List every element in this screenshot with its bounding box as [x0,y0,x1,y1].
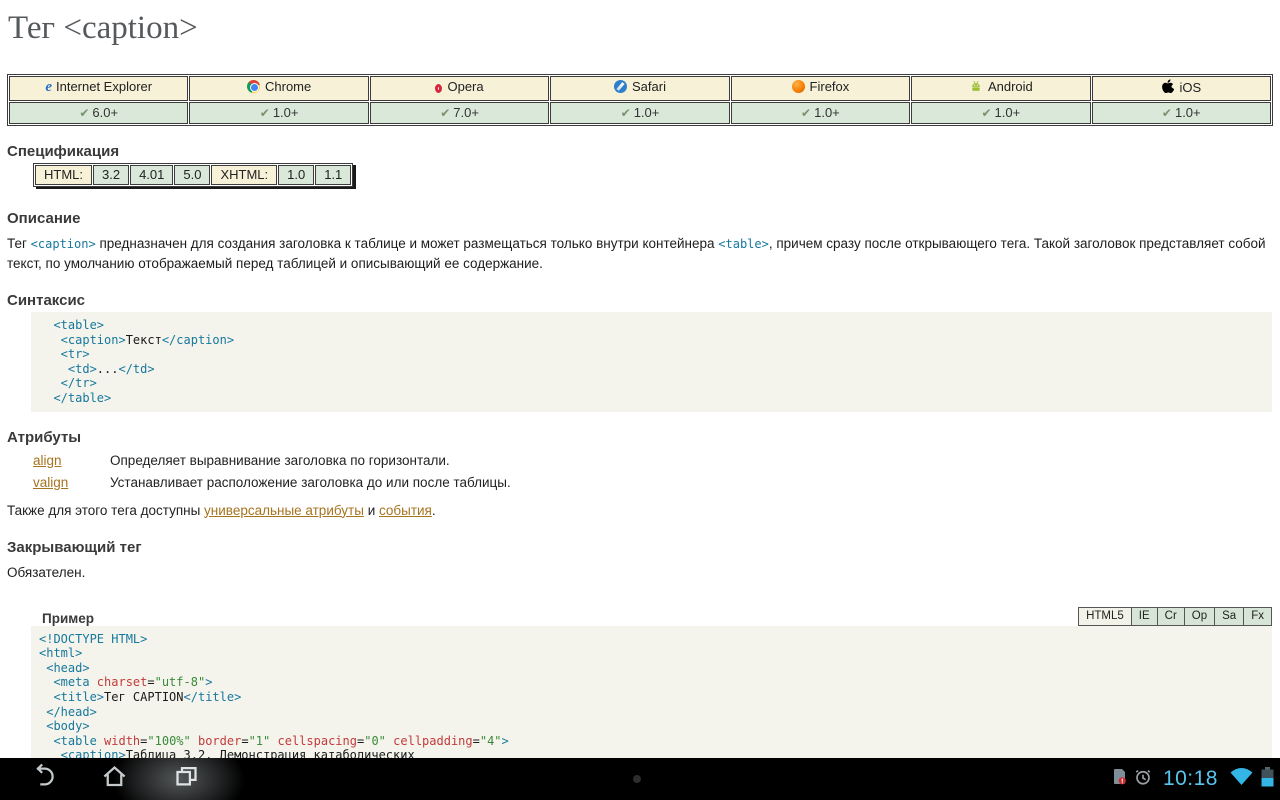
android-icon [969,79,983,96]
description-heading: Описание [0,210,1280,227]
clock: 10:18 [1163,767,1218,791]
example-tab-sa[interactable]: Sa [1215,607,1244,626]
code-line: <caption>Текст</caption> [39,333,1264,348]
attribute-row: valign Устанавливает расположение заголов… [33,475,1280,490]
inline-link[interactable]: универсальные атрибуты [204,503,364,518]
code-line: <title>Тег CAPTION</title> [39,690,1264,705]
code-line: </tr> [39,376,1264,391]
example-tab-op[interactable]: Op [1185,607,1215,626]
back-button[interactable] [28,765,56,793]
code-line: <tr> [39,347,1264,362]
recents-button[interactable] [172,765,200,793]
spec-cell: 5.0 [174,165,210,185]
example-browser-tabs: HTML5IECrOpSaFx [1078,607,1272,626]
browser-version-cell: ✔1.0+ [911,102,1090,124]
check-icon: ✔ [260,106,270,120]
browser-version-cell: ✔1.0+ [550,102,729,124]
attribute-link-valign[interactable]: valign [33,475,68,490]
code-line: <!DOCTYPE HTML> [39,632,1264,647]
apple-icon [1161,79,1174,97]
firefox-icon [792,80,805,93]
browser-name-cell: iOS [1092,76,1271,101]
status-cluster[interactable]: 10:18 [1110,758,1274,800]
attributes-note: Также для этого тега доступны универсаль… [7,503,1272,518]
back-icon [29,763,56,795]
browser-name-cell: Android [911,76,1090,101]
browser-name-cell: Firefox [731,76,910,101]
syntax-heading: Синтаксис [0,292,1280,309]
syntax-code-block: <table> <caption>Текст</caption> <tr> <t… [31,312,1272,412]
example-tab-cr[interactable]: Cr [1158,607,1185,626]
code-line: <body> [39,719,1264,734]
browser-version-cell: ✔1.0+ [189,102,368,124]
attributes-heading: Атрибуты [0,429,1280,446]
code-line: <meta charset="utf-8"> [39,675,1264,690]
attribute-row: align Определяет выравнивание заголовка п… [33,453,1280,468]
description-paragraph: Тег <caption> предназначен для создания … [7,234,1272,273]
closing-tag-heading: Закрывающий тег [0,539,1280,556]
example-tab-fx[interactable]: Fx [1244,607,1272,626]
code-line: </head> [39,705,1264,720]
code-line: <html> [39,646,1264,661]
chrome-icon [247,80,260,93]
attribute-link-align[interactable]: align [33,453,62,468]
system-navigation-bar: 10:18 [0,758,1280,800]
page: Тег <caption> eInternet ExplorerChromeOp… [0,0,1280,800]
home-icon [101,763,128,795]
inline-tag-code: <caption> [31,237,96,251]
nav-buttons [28,758,200,800]
inline-tag-code: <table> [718,237,769,251]
attribute-description: Определяет выравнивание заголовка по гор… [110,453,1280,468]
spec-cell: 3.2 [93,165,129,185]
opera-icon [435,84,442,93]
specification-table: HTML:3.24.015.0XHTML:1.01.1 [33,163,353,187]
attribute-description: Устанавливает расположение заголовка до … [110,475,1280,490]
storage-warning-icon [1110,767,1127,791]
example-tab-html5[interactable]: HTML5 [1078,607,1132,626]
example-tab-ie[interactable]: IE [1132,607,1158,626]
browser-version-cell: ✔1.0+ [1092,102,1271,124]
check-icon: ✔ [981,106,991,120]
code-line: <table> [39,318,1264,333]
browser-name-cell: Opera [370,76,549,101]
code-line: <head> [39,661,1264,676]
browser-name-cell: eInternet Explorer [9,76,188,101]
check-icon: ✔ [801,106,811,120]
specification-heading: Спецификация [0,143,1280,160]
spec-cell: 1.0 [278,165,314,185]
check-icon: ✔ [79,106,89,120]
inline-link[interactable]: события [379,503,432,518]
battery-icon [1261,767,1274,792]
check-icon: ✔ [1162,106,1172,120]
wifi-icon [1229,767,1254,791]
safari-icon [614,80,627,93]
alarm-icon [1134,768,1152,791]
code-line: <td>...</td> [39,362,1264,377]
spec-cell: 1.1 [315,165,351,185]
browser-version-cell: ✔7.0+ [370,102,549,124]
check-icon: ✔ [621,106,631,120]
browser-support-table: eInternet ExplorerChromeOperaSafariFiref… [7,74,1273,126]
spec-cell: HTML: [35,165,92,185]
code-line: </table> [39,391,1264,406]
example-heading: Пример [42,611,94,626]
closing-tag-text: Обязателен. [7,565,1272,580]
browser-name-cell: Chrome [189,76,368,101]
example-header: Пример HTML5IECrOpSaFx [42,607,1272,626]
check-icon: ✔ [440,106,450,120]
code-line: <table width="100%" border="1" cellspaci… [39,734,1264,749]
page-title: Тег <caption> [0,0,1280,47]
browser-version-cell: ✔1.0+ [731,102,910,124]
browser-name-cell: Safari [550,76,729,101]
browser-version-cell: ✔6.0+ [9,102,188,124]
home-button[interactable] [100,765,128,793]
ie-icon: e [45,79,52,95]
spec-cell: 4.01 [130,165,173,185]
spec-cell: XHTML: [211,165,277,185]
attributes-list: align Определяет выравнивание заголовка п… [33,453,1280,490]
recents-icon [173,763,200,795]
center-notification-dot [633,775,641,783]
